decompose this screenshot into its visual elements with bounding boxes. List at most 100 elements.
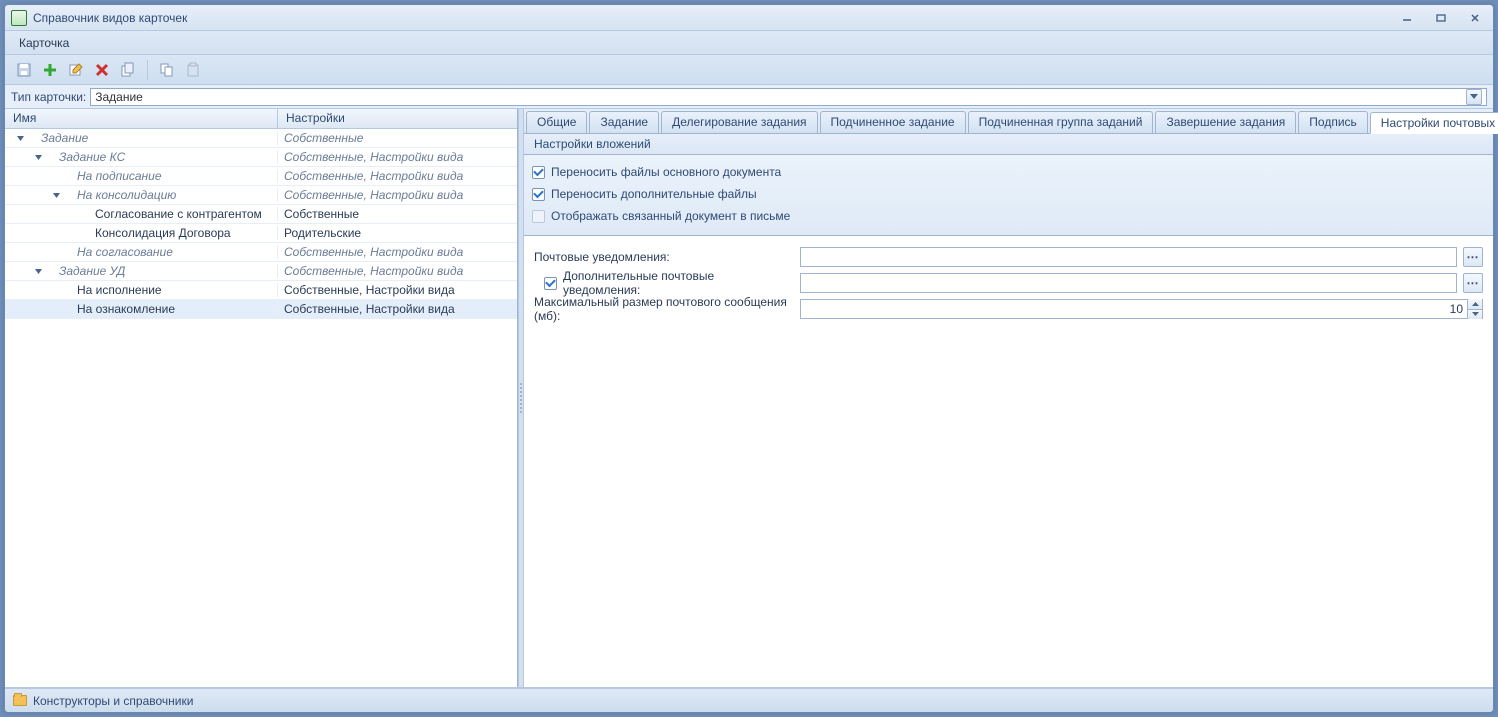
toolbar xyxy=(5,55,1493,85)
tree-row[interactable]: Согласование с контрагентом Собственные xyxy=(5,205,517,224)
extra-mail-row: Дополнительные почтовые уведомления: ⋯ xyxy=(534,270,1483,296)
tab[interactable]: Подчиненная группа заданий xyxy=(968,111,1154,133)
tab[interactable]: Настройки почтовых уведомлений xyxy=(1370,112,1498,134)
attach-cb1[interactable] xyxy=(532,166,545,179)
size-spinner xyxy=(1467,299,1482,319)
menu-card[interactable]: Карточка xyxy=(13,34,75,52)
extra-mail-input[interactable] xyxy=(800,273,1457,293)
tree-item-label: На подписание xyxy=(77,169,162,183)
column-settings[interactable]: Настройки xyxy=(278,109,517,128)
attach-cb2[interactable] xyxy=(532,188,545,201)
tree-item-settings: Собственные, Настройки вида xyxy=(278,245,517,259)
extra-mail-checkbox[interactable] xyxy=(544,277,557,290)
tree-column-headers: Имя Настройки xyxy=(5,109,517,129)
tree-item-label: На исполнение xyxy=(77,283,162,297)
tab[interactable]: Подчиненное задание xyxy=(820,111,966,133)
delete-button[interactable] xyxy=(91,59,113,81)
tree-item-settings: Собственные, Настройки вида xyxy=(278,264,517,278)
menubar: Карточка xyxy=(5,31,1493,55)
attach-cb3[interactable] xyxy=(532,210,545,223)
tree-row[interactable]: На согласованиеСобственные, Настройки ви… xyxy=(5,243,517,262)
tree-item-settings: Собственные, Настройки вида xyxy=(278,283,517,297)
size-value: 10 xyxy=(801,302,1467,316)
tree-item-settings: Собственные, Настройки вида xyxy=(278,150,517,164)
tree-item-label: Задание КС xyxy=(59,150,125,164)
extra-mail-browse-button[interactable]: ⋯ xyxy=(1463,273,1483,293)
tree-row[interactable]: Задание КС Собственные, Настройки вида xyxy=(5,148,517,167)
extra-mail-label: Дополнительные почтовые уведомления: xyxy=(534,269,794,297)
tree-row[interactable]: Задание Собственные xyxy=(5,129,517,148)
toolbar-separator xyxy=(147,60,148,80)
tree-item-settings: Собственные xyxy=(278,207,517,221)
tree-row[interactable]: На ознакомлениеСобственные, Настройки ви… xyxy=(5,300,517,319)
mail-browse-button[interactable]: ⋯ xyxy=(1463,247,1483,267)
status-label[interactable]: Конструкторы и справочники xyxy=(33,694,193,708)
tree-item-label: Консолидация Договора xyxy=(95,226,231,240)
close-button[interactable] xyxy=(1463,10,1487,26)
duplicate-button[interactable] xyxy=(156,59,178,81)
column-name[interactable]: Имя xyxy=(5,109,278,128)
tree-item-settings: Собственные, Настройки вида xyxy=(278,169,517,183)
details-panel: ОбщиеЗаданиеДелегирование заданияПодчине… xyxy=(524,109,1493,687)
attach-cb3-label: Отображать связанный документ в письме xyxy=(551,209,790,223)
size-input[interactable]: 10 xyxy=(800,299,1483,319)
add-button[interactable] xyxy=(39,59,61,81)
statusbar: Конструкторы и справочники xyxy=(5,688,1493,712)
save-button[interactable] xyxy=(13,59,35,81)
tab[interactable]: Делегирование задания xyxy=(661,111,817,133)
tree-item-settings: Собственные xyxy=(278,131,517,145)
tree-expander-icon[interactable] xyxy=(49,191,63,200)
tab[interactable]: Общие xyxy=(526,111,587,133)
card-type-value: Задание xyxy=(95,90,143,104)
tree-expander-icon[interactable] xyxy=(13,134,27,143)
attach-cb2-row[interactable]: Переносить дополнительные файлы xyxy=(532,183,1485,205)
mail-input[interactable] xyxy=(800,247,1457,267)
tree-item-settings: Родительские xyxy=(278,226,517,240)
attach-cb1-row[interactable]: Переносить файлы основного документа xyxy=(532,161,1485,183)
app-icon xyxy=(11,10,27,26)
attachments-box: Переносить файлы основного документа Пер… xyxy=(524,155,1493,236)
card-type-select[interactable]: Задание xyxy=(90,88,1487,106)
attach-cb1-label: Переносить файлы основного документа xyxy=(551,165,781,179)
tree-item-label: Задание УД xyxy=(59,264,125,278)
tree[interactable]: Задание Собственные Задание КС Собственные,… xyxy=(5,129,517,687)
tree-row[interactable]: На подписание Собственные, Настройки вида xyxy=(5,167,517,186)
tab[interactable]: Подпись xyxy=(1298,111,1368,133)
main-split: Имя Настройки ЗаданиеСобственныеЗадание … xyxy=(5,109,1493,688)
tree-item-label: Задание xyxy=(41,131,88,145)
paste-button[interactable] xyxy=(182,59,204,81)
mail-row: Почтовые уведомления: ⋯ xyxy=(534,244,1483,270)
minimize-button[interactable] xyxy=(1395,10,1419,26)
folder-icon xyxy=(13,695,27,706)
attachments-header: Настройки вложений xyxy=(524,134,1493,155)
tree-row[interactable]: Консолидация Договора Родительские xyxy=(5,224,517,243)
tree-expander-icon[interactable] xyxy=(31,267,45,276)
card-type-row: Тип карточки: Задание xyxy=(5,85,1493,109)
window-title: Справочник видов карточек xyxy=(33,11,187,25)
size-row: Максимальный размер почтового сообщения … xyxy=(534,296,1483,322)
tree-item-label: На консолидацию xyxy=(77,188,176,202)
tree-row[interactable]: На исполнение Собственные, Настройки вида xyxy=(5,281,517,300)
tabs: ОбщиеЗаданиеДелегирование заданияПодчине… xyxy=(524,109,1493,134)
size-label: Максимальный размер почтового сообщения … xyxy=(534,295,794,323)
tab[interactable]: Завершение задания xyxy=(1155,111,1296,133)
app-window: Справочник видов карточек Карточка xyxy=(4,4,1494,713)
spin-down-button[interactable] xyxy=(1467,309,1482,320)
extra-mail-label-text: Дополнительные почтовые уведомления: xyxy=(563,269,794,297)
copy-button[interactable] xyxy=(117,59,139,81)
maximize-button[interactable] xyxy=(1429,10,1453,26)
edit-button[interactable] xyxy=(65,59,87,81)
tree-panel: Имя Настройки ЗаданиеСобственныеЗадание … xyxy=(5,109,518,687)
tree-row[interactable]: Задание УД Собственные, Настройки вида xyxy=(5,262,517,281)
tree-item-settings: Собственные, Настройки вида xyxy=(278,188,517,202)
tree-expander-icon[interactable] xyxy=(31,153,45,162)
spin-up-button[interactable] xyxy=(1467,299,1482,309)
tree-item-label: Согласование с контрагентом xyxy=(95,207,262,221)
tab[interactable]: Задание xyxy=(589,111,659,133)
attach-cb2-label: Переносить дополнительные файлы xyxy=(551,187,757,201)
tree-item-label: На ознакомление xyxy=(77,302,175,316)
tree-row[interactable]: На консолидацию Собственные, Настройки ви… xyxy=(5,186,517,205)
mail-form: Почтовые уведомления: ⋯ Дополнительные п… xyxy=(524,236,1493,330)
mail-label: Почтовые уведомления: xyxy=(534,250,794,264)
attach-cb3-row[interactable]: Отображать связанный документ в письме xyxy=(532,205,1485,227)
